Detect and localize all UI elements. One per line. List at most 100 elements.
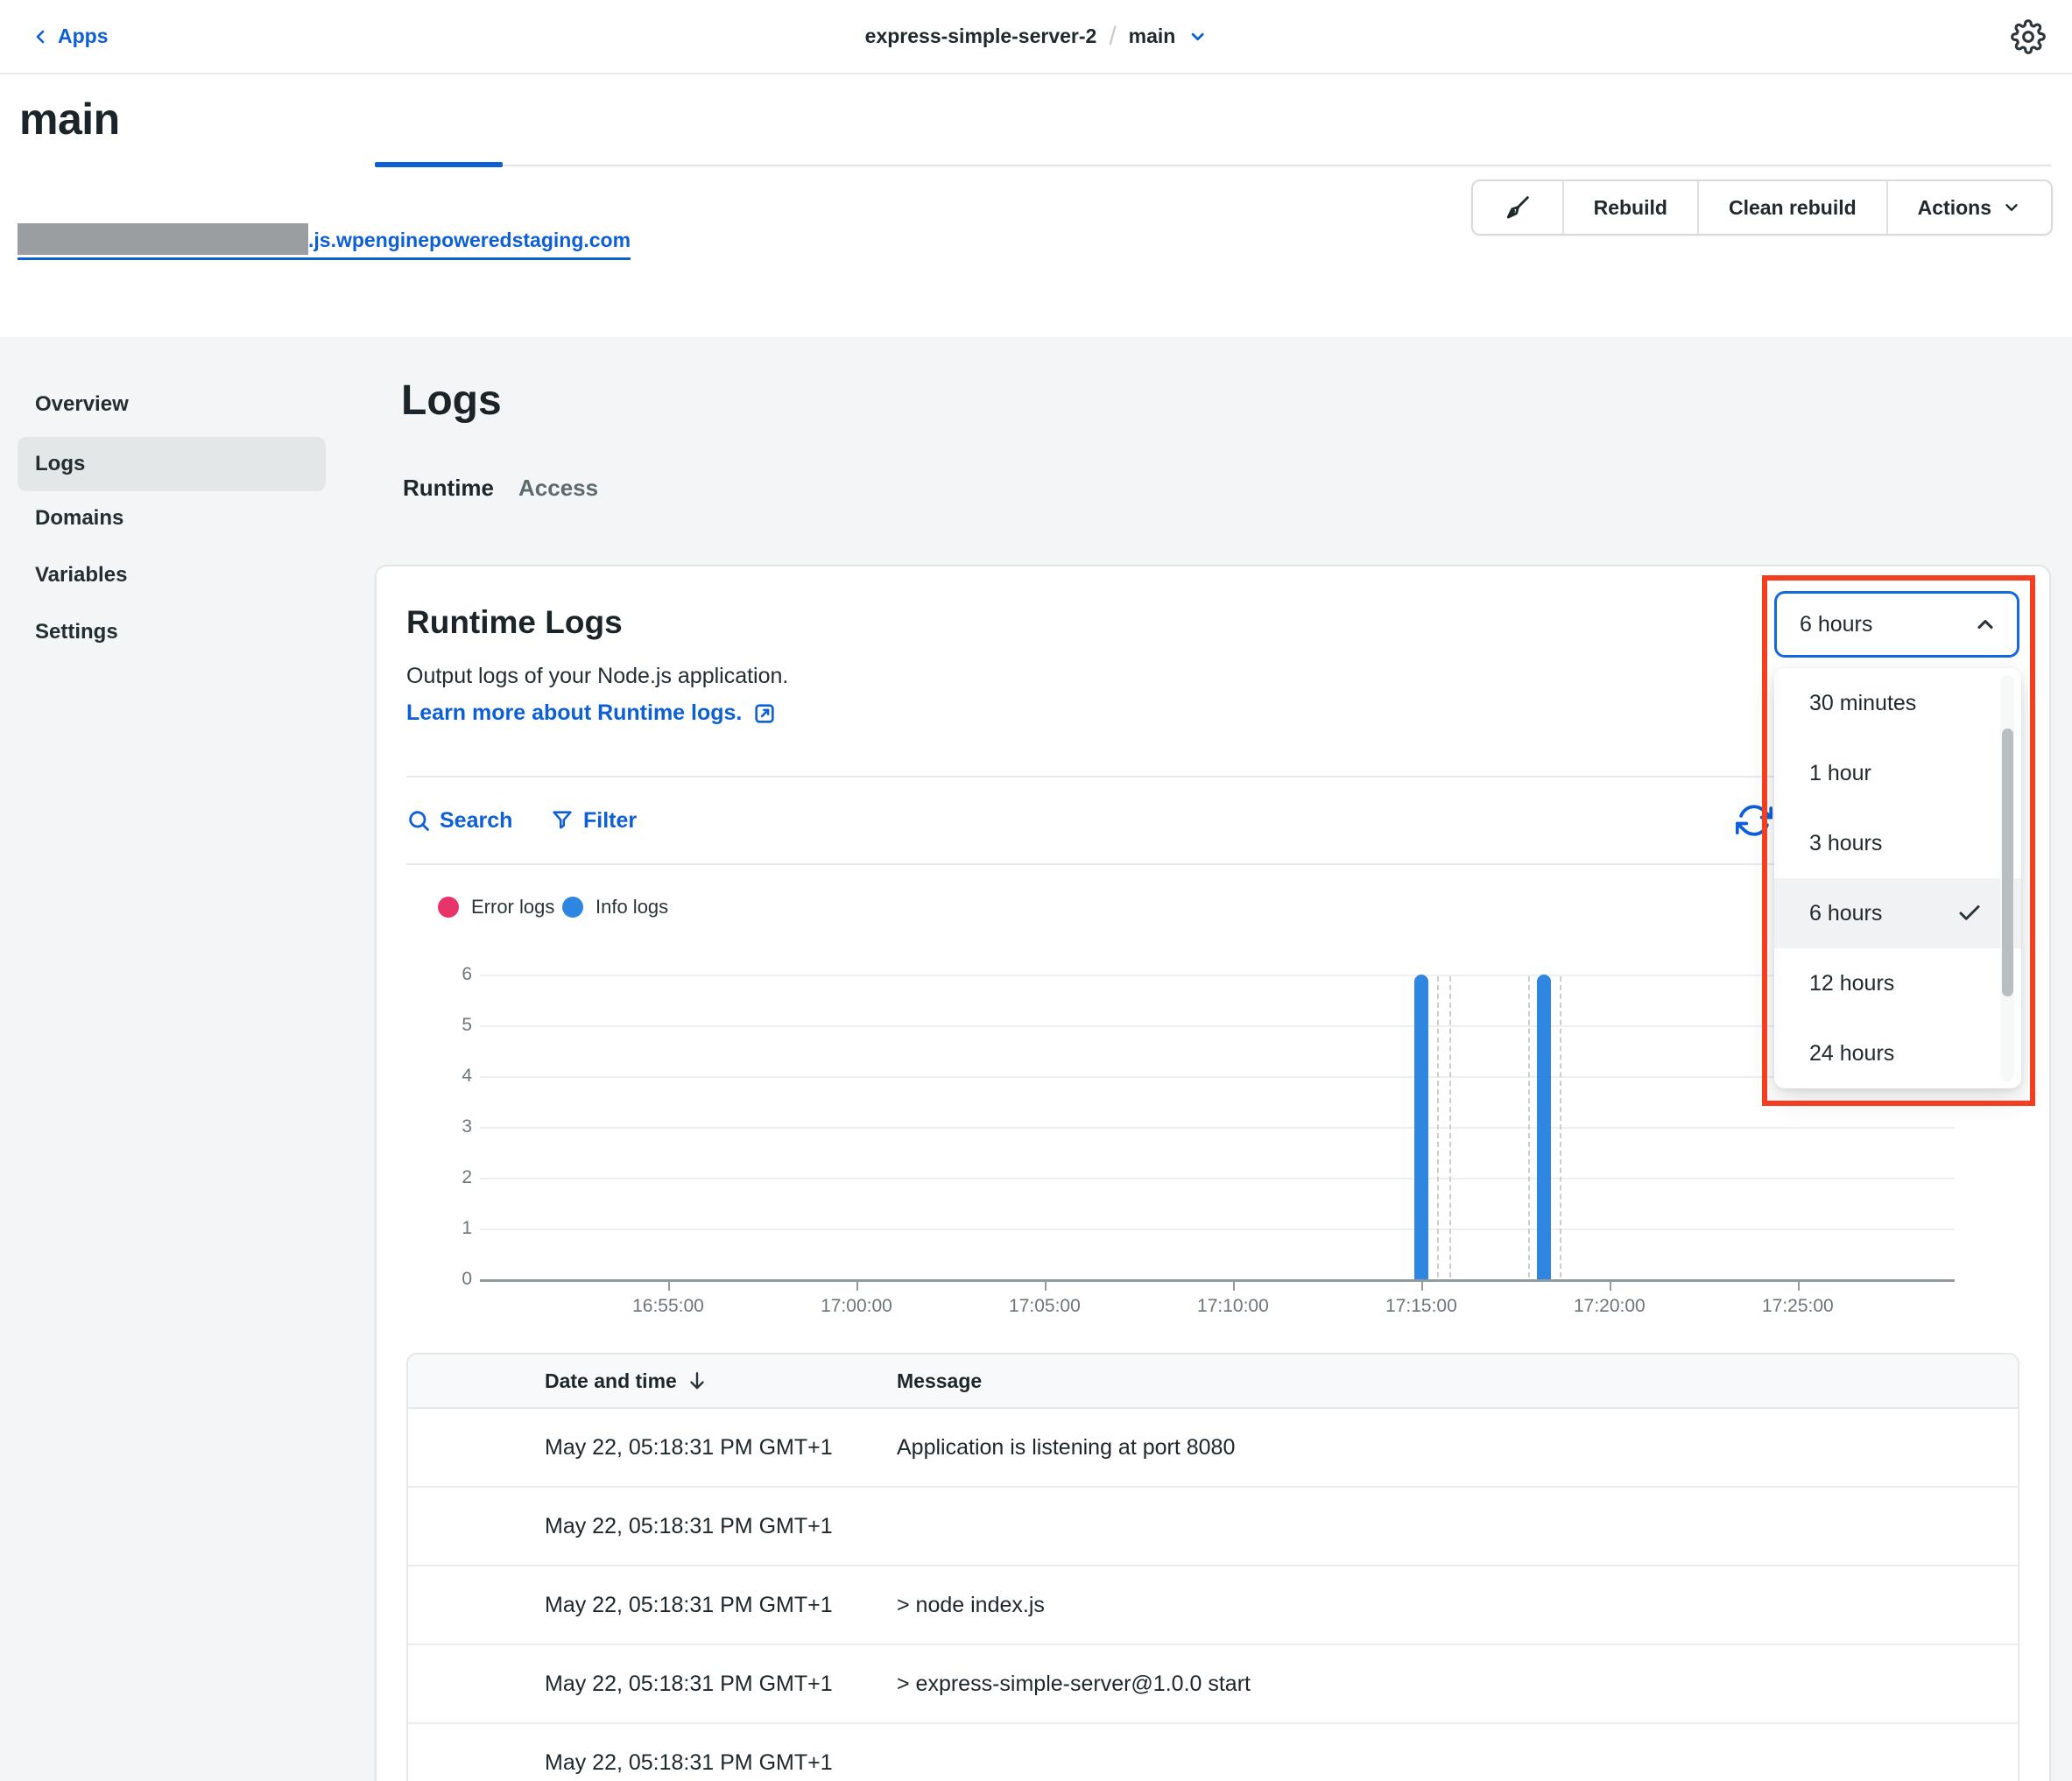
sidebar-item-variables[interactable]: Variables [18,556,326,595]
option-30-minutes[interactable]: 30 minutes [1774,668,2021,738]
chart-bar-info-logs[interactable] [1414,975,1428,1279]
url-visible-text: .js.wpenginepoweredstaging.com [308,225,631,255]
table-row[interactable]: May 22, 05:18:31 PM GMT+1 Application is… [408,1409,2018,1488]
x-tick-label: 16:55:00 [607,1296,729,1317]
chart-x-axis: 16:55:00 17:00:00 17:05:00 17:10:00 17:15:00… [480,1282,1955,1334]
column-date-and-time[interactable]: Date and time [545,1369,677,1393]
table-row[interactable]: May 22, 05:18:31 PM GMT+1 > express-simp… [408,1645,2018,1724]
x-tick-mark [668,1282,670,1291]
filter-button[interactable]: Filter [550,802,637,839]
dropdown-scrollbar-thumb[interactable] [2002,729,2013,996]
chevron-down-icon [2002,198,2021,217]
x-tick-label: 17:00:00 [795,1296,918,1317]
url-redaction-box [18,223,308,255]
environment-header: main .js.wpenginepoweredstaging.com Rebu… [0,74,2072,337]
x-tick-mark [1798,1282,1800,1291]
chart-gridline [480,1127,1955,1129]
settings-gear-icon[interactable] [2011,19,2046,54]
table-header-row: Date and time Message [408,1355,2018,1409]
x-tick-mark [1610,1282,1611,1291]
y-tick-label: 3 [398,1116,472,1137]
y-tick-label: 6 [398,964,472,985]
info-logs-dot [562,897,583,918]
page-title: Logs [401,377,502,425]
tab-access[interactable]: Access [518,475,598,502]
legend-info-logs: Info logs [562,896,668,919]
table-row[interactable]: May 22, 05:18:31 PM GMT+1 [408,1488,2018,1566]
chevron-left-icon [30,26,51,47]
x-tick-label: 17:10:00 [1172,1296,1294,1317]
log-table: Date and time Message May 22, 05:18:31 P… [406,1353,2019,1781]
sort-descending-arrow-icon[interactable] [686,1369,708,1392]
breadcrumb: express-simple-server-2 / main [865,0,1208,73]
x-tick-label: 17:25:00 [1737,1296,1859,1317]
table-row[interactable]: May 22, 05:18:31 PM GMT+1 > node index.j… [408,1566,2018,1645]
breadcrumb-divider: / [1109,22,1116,52]
sidebar-item-logs[interactable]: Logs [18,437,326,491]
y-tick-label: 2 [398,1167,472,1188]
tab-runtime[interactable]: Runtime [403,475,494,502]
x-tick-label: 17:20:00 [1548,1296,1671,1317]
table-row[interactable]: May 22, 05:18:31 PM GMT+1 [408,1724,2018,1781]
chart-dashed-guide [1449,976,1451,1278]
sidebar-item-settings[interactable]: Settings [18,613,326,651]
back-label: Apps [58,25,109,48]
checkmark-icon [1956,900,1983,926]
x-tick-mark [1045,1282,1047,1291]
column-message[interactable]: Message [897,1369,982,1392]
y-tick-label: 0 [398,1269,472,1290]
environment-actions-button-group: Rebuild Clean rebuild Actions [1471,180,2053,236]
x-tick-mark [856,1282,858,1291]
error-logs-dot [438,897,459,918]
environment-url-link[interactable]: .js.wpenginepoweredstaging.com [18,223,631,260]
chart-bar-info-logs[interactable] [1537,975,1551,1279]
clean-rebuild-button[interactable]: Clean rebuild [1697,181,1886,234]
option-6-hours[interactable]: 6 hours [1774,878,2021,948]
option-3-hours[interactable]: 3 hours [1774,808,2021,878]
external-link-icon [752,701,777,726]
search-button[interactable]: Search [406,802,512,839]
tabs-divider [375,165,2051,166]
actions-dropdown-button[interactable]: Actions [1886,181,2051,234]
breadcrumb-app-name[interactable]: express-simple-server-2 [865,25,1097,48]
breadcrumb-environment[interactable]: main [1129,25,1176,48]
x-tick-label: 17:05:00 [983,1296,1106,1317]
active-tab-indicator [375,162,503,167]
sidebar-item-overview[interactable]: Overview [18,385,326,424]
time-range-selected-value: 6 hours [1800,612,1872,637]
option-1-hour[interactable]: 1 hour [1774,738,2021,808]
rebuild-button[interactable]: Rebuild [1562,181,1697,234]
time-range-dropdown-menu: 30 minutes 1 hour 3 hours 6 hours 12 hou… [1774,668,2021,1088]
option-24-hours[interactable]: 24 hours [1774,1018,2021,1088]
y-tick-label: 1 [398,1218,472,1239]
option-12-hours[interactable]: 12 hours [1774,948,2021,1018]
time-range-select[interactable]: 6 hours [1774,591,2019,658]
card-description: Output logs of your Node.js application. [406,664,788,689]
chart-plot [480,975,1955,1279]
x-tick-mark [1233,1282,1235,1291]
chart-gridline [480,1178,1955,1179]
top-bar: Apps express-simple-server-2 / main [0,0,2072,74]
refresh-icon[interactable] [1736,802,1772,839]
environment-title: main [19,94,120,144]
x-tick-mark [1421,1282,1423,1291]
chart-dashed-guide [1437,976,1439,1278]
filter-funnel-icon [550,808,574,833]
legend-error-logs: Error logs [438,896,554,919]
chart-dashed-guide [1560,976,1561,1278]
chevron-down-icon[interactable] [1188,27,1207,46]
sidebar-item-domains[interactable]: Domains [18,499,326,538]
learn-more-link[interactable]: Learn more about Runtime logs. [406,700,777,726]
x-tick-label: 17:15:00 [1360,1296,1483,1317]
y-tick-label: 5 [398,1015,472,1036]
chart-gridline [480,1076,1955,1078]
chevron-up-icon [1973,612,1998,637]
broom-icon [1503,193,1533,222]
chart-gridline [480,1025,1955,1027]
back-to-apps-link[interactable]: Apps [30,0,109,73]
actions-label: Actions [1918,196,1991,220]
chart-y-axis: 0123456 [398,963,472,1296]
chart-dashed-guide [1528,976,1530,1278]
broom-button[interactable] [1473,181,1562,234]
search-icon [406,808,431,833]
